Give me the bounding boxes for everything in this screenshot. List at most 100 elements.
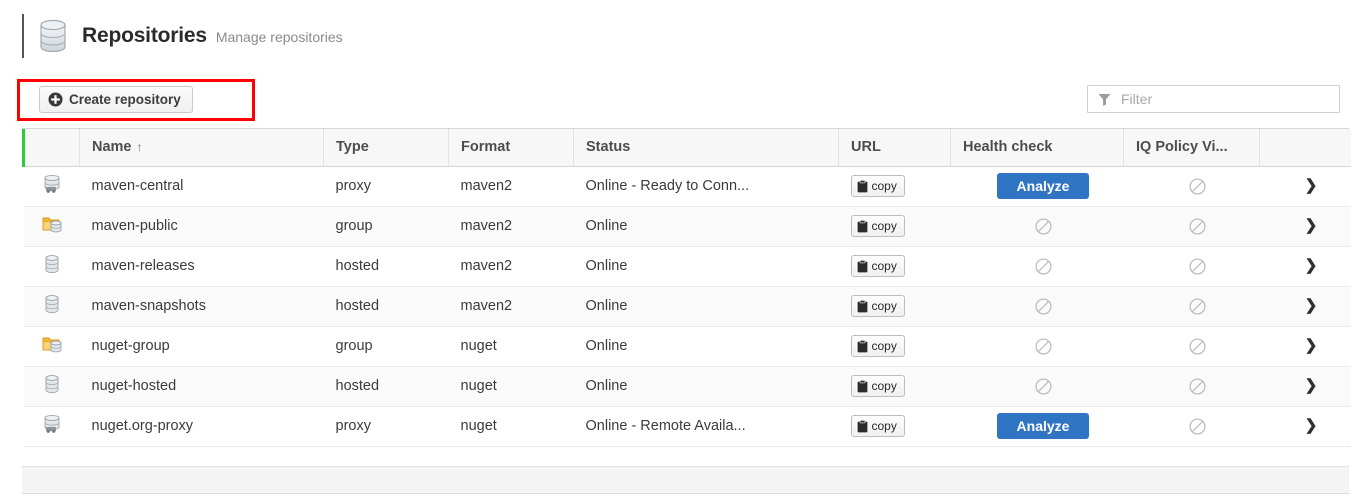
no-entry-icon (1189, 177, 1206, 195)
copy-url-label: copy (871, 259, 897, 273)
cell-row-expand[interactable]: ❯ (1259, 166, 1351, 207)
chevron-right-icon[interactable]: ❯ (1305, 217, 1318, 234)
cell-row-expand[interactable]: ❯ (1259, 366, 1351, 407)
clipboard-icon (857, 419, 868, 433)
repository-hosted-icon (42, 375, 62, 398)
filter-field[interactable] (1087, 85, 1340, 113)
cell-iq-policy-violations (1123, 326, 1260, 367)
header-divider-bar (22, 14, 24, 58)
cell-row-expand[interactable]: ❯ (1259, 286, 1351, 327)
table-row[interactable]: nuget.org-proxy proxy nuget Online - Remote… (23, 406, 1351, 447)
analyze-button[interactable]: Analyze (997, 413, 1089, 439)
no-entry-icon (1034, 257, 1052, 275)
cell-format: nuget (448, 326, 574, 367)
cell-type: hosted (323, 286, 449, 327)
toolbar: Create repository (0, 78, 1371, 121)
table-row[interactable]: nuget-hosted hosted nuget Online copy ❯ (23, 366, 1351, 407)
copy-url-button[interactable]: copy (850, 175, 905, 197)
copy-url-button[interactable]: copy (850, 415, 905, 437)
table-row[interactable]: nuget-group group nuget Online copy ❯ (23, 326, 1351, 367)
column-header-url[interactable]: URL (838, 129, 951, 167)
copy-url-label: copy (871, 219, 897, 233)
column-header-health-check[interactable]: Health check (950, 129, 1124, 167)
cell-iq-policy-violations (1123, 246, 1260, 287)
copy-url-button[interactable]: copy (850, 215, 905, 237)
copy-url-label: copy (871, 179, 897, 193)
cell-status: Online - Remote Availa... (573, 406, 839, 447)
column-header-iq-policy[interactable]: IQ Policy Vi... (1123, 129, 1260, 167)
clipboard-icon (857, 379, 868, 393)
cell-row-expand[interactable]: ❯ (1259, 246, 1351, 287)
page-header-content: Repositories Manage repositories (38, 14, 343, 58)
repository-type-icon-cell (23, 206, 80, 247)
cell-row-expand[interactable]: ❯ (1259, 206, 1351, 247)
cell-row-expand[interactable]: ❯ (1259, 326, 1351, 367)
chevron-right-icon[interactable]: ❯ (1305, 257, 1318, 274)
cell-format: maven2 (448, 286, 574, 327)
cell-name: nuget-group (79, 326, 324, 367)
cell-url: copy (838, 406, 951, 447)
copy-url-button[interactable]: copy (850, 375, 905, 397)
chevron-right-icon[interactable]: ❯ (1305, 297, 1318, 314)
chevron-right-icon[interactable]: ❯ (1305, 417, 1318, 434)
copy-url-button[interactable]: copy (850, 295, 905, 317)
analyze-button[interactable]: Analyze (997, 173, 1089, 199)
repository-group-icon (42, 337, 62, 358)
cell-name: nuget.org-proxy (79, 406, 324, 447)
clipboard-icon (857, 339, 868, 353)
cell-iq-policy-violations (1123, 406, 1260, 447)
column-header-format[interactable]: Format (448, 129, 574, 167)
cell-status: Online - Ready to Conn... (573, 166, 839, 207)
create-repository-button[interactable]: Create repository (39, 86, 193, 113)
table-row[interactable]: maven-snapshots hosted maven2 Online copy ❯ (23, 286, 1351, 327)
cell-iq-policy-violations (1123, 286, 1260, 327)
cell-type: group (323, 326, 449, 367)
repository-type-icon-cell (23, 166, 80, 207)
cell-name: maven-central (79, 166, 324, 207)
copy-url-label: copy (871, 379, 897, 393)
cell-name: nuget-hosted (79, 366, 324, 407)
cell-format: maven2 (448, 166, 574, 207)
cell-format: maven2 (448, 206, 574, 247)
copy-url-button[interactable]: copy (850, 335, 905, 357)
column-header-name[interactable]: Name ↑ (79, 129, 324, 167)
table-row[interactable]: maven-public group maven2 Online copy ❯ (23, 206, 1351, 247)
repository-type-icon-cell (23, 286, 80, 327)
repository-type-icon-cell (23, 246, 80, 287)
cell-type: hosted (323, 246, 449, 287)
column-header-name-label: Name (92, 139, 132, 156)
cell-status: Online (573, 366, 839, 407)
table-row[interactable]: maven-releases hosted maven2 Online copy ❯ (23, 246, 1351, 287)
cell-name: maven-public (79, 206, 324, 247)
cell-health-check (950, 326, 1124, 367)
column-header-status[interactable]: Status (573, 129, 839, 167)
cell-type: group (323, 206, 449, 247)
repository-type-icon-cell (23, 326, 80, 367)
cell-health-check (950, 246, 1124, 287)
column-header-type[interactable]: Type (323, 129, 449, 167)
database-icon (38, 19, 68, 53)
page-header: Repositories Manage repositories (0, 0, 1371, 70)
cell-health-check: Analyze (950, 166, 1124, 207)
chevron-right-icon[interactable]: ❯ (1305, 377, 1318, 394)
no-entry-icon (1189, 257, 1206, 275)
table-body: maven-central proxy maven2 Online - Ready t… (23, 166, 1351, 447)
copy-url-label: copy (871, 419, 897, 433)
chevron-right-icon[interactable]: ❯ (1305, 337, 1318, 354)
copy-url-label: copy (871, 299, 897, 313)
cell-row-expand[interactable]: ❯ (1259, 406, 1351, 447)
repository-type-icon-cell (23, 406, 80, 447)
cell-url: copy (838, 246, 951, 287)
cell-name: maven-releases (79, 246, 324, 287)
cell-status: Online (573, 246, 839, 287)
column-header-icon (22, 129, 80, 167)
copy-url-button[interactable]: copy (850, 255, 905, 277)
cell-iq-policy-violations (1123, 366, 1260, 407)
chevron-right-icon[interactable]: ❯ (1305, 177, 1318, 194)
no-entry-icon (1034, 377, 1052, 395)
table-row[interactable]: maven-central proxy maven2 Online - Ready t… (23, 166, 1351, 207)
repositories-table: Name ↑ Type Format Status URL Health chec… (22, 128, 1351, 447)
copy-url-label: copy (871, 339, 897, 353)
filter-input[interactable] (1119, 90, 1323, 108)
repository-hosted-icon (42, 295, 62, 318)
